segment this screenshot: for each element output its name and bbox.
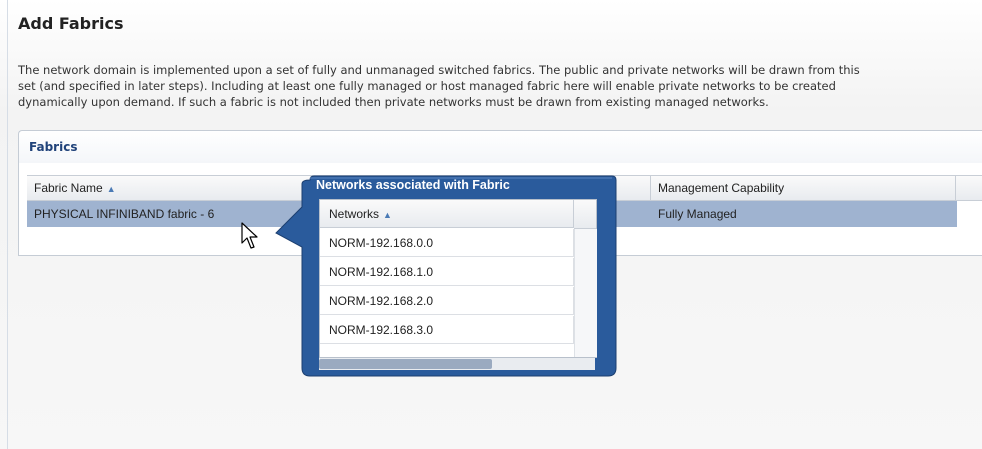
networks-table: Networks ▲ NORM-192.168.0.0 NORM-192.168.… <box>319 199 597 358</box>
network-row[interactable]: NORM-192.168.2.0 <box>320 287 574 315</box>
column-header-management-capability[interactable]: Management Capability <box>651 176 956 200</box>
column-header-label: Management Capability <box>658 181 785 195</box>
vertical-scrollbar[interactable] <box>574 229 597 357</box>
scrollbar-thumb[interactable] <box>319 359 492 369</box>
column-header-label: Networks <box>329 207 380 221</box>
left-border <box>7 0 8 449</box>
description-line: The network domain is implemented upon a… <box>18 63 860 77</box>
description-line: dynamically upon demand. If such a fabri… <box>18 95 769 109</box>
panel-header: Fabrics <box>29 140 78 154</box>
mouse-pointer-icon <box>241 222 258 249</box>
header-scroll-spacer <box>574 200 596 229</box>
page-description: The network domain is implemented upon a… <box>18 62 978 110</box>
sort-ascending-icon[interactable]: ▲ <box>383 210 392 220</box>
network-row[interactable]: NORM-192.168.0.0 <box>320 229 574 257</box>
network-row[interactable]: NORM-192.168.3.0 <box>320 316 574 344</box>
callout-title: Networks associated with Fabric <box>316 178 510 192</box>
networks-callout: Networks associated with Fabric Networks… <box>275 175 618 377</box>
horizontal-scrollbar[interactable] <box>319 358 595 370</box>
network-row[interactable]: NORM-192.168.1.0 <box>320 258 574 286</box>
sort-ascending-icon[interactable]: ▲ <box>107 184 116 194</box>
management-capability-cell[interactable]: Fully Managed <box>651 201 951 227</box>
column-header-label: Fabric Name <box>34 181 103 195</box>
column-header-networks[interactable]: Networks ▲ <box>320 200 574 228</box>
description-line: set (and specified in later steps). Incl… <box>18 79 836 93</box>
page-title: Add Fabrics <box>18 14 124 33</box>
